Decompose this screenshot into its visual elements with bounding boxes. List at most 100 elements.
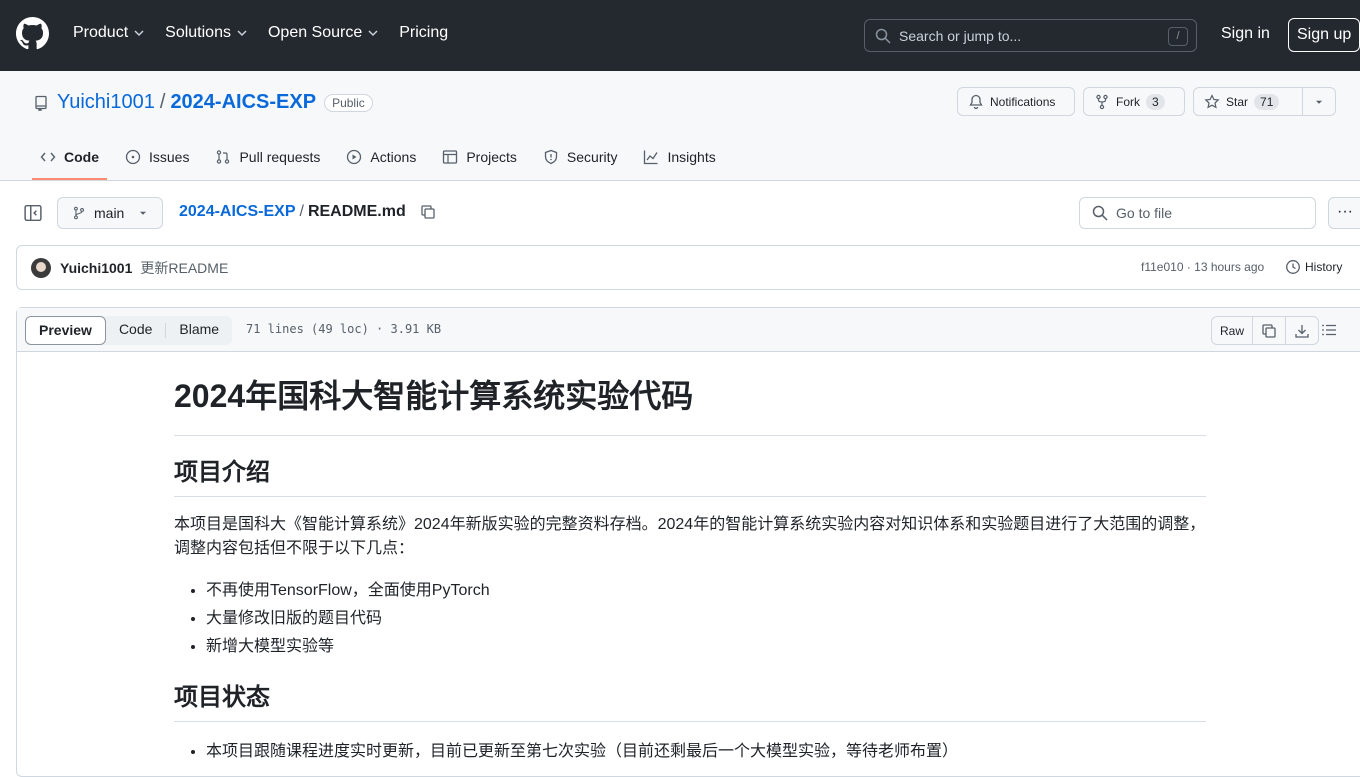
nav-solutions-label: Solutions [165, 24, 231, 41]
commit-meta[interactable]: f11e010 · 13 hours ago [1141, 260, 1264, 274]
sign-in-link[interactable]: Sign in [1221, 25, 1270, 43]
copy-icon [1262, 323, 1276, 338]
code-icon [40, 152, 56, 162]
copy-raw-button[interactable] [1253, 317, 1287, 344]
raw-button[interactable]: Raw [1212, 317, 1254, 344]
section-heading-intro: 项目介绍 [174, 458, 1206, 497]
nav-product-label: Product [73, 24, 129, 41]
chevron-down-icon [134, 30, 144, 37]
file-viewer: Preview Code Blame 71 lines (49 loc) · 3… [16, 307, 1360, 777]
sign-up-button[interactable]: Sign up [1288, 18, 1360, 52]
git-branch-icon [74, 206, 84, 220]
intro-paragraph: 本项目是国科大《智能计算系统》2024年新版实验的完整资料存档。2024年的智能… [174, 516, 1206, 557]
repo-tabs: Code Issues Pull requests Actions Projec… [32, 145, 734, 180]
star-icon [1204, 93, 1220, 108]
sidebar-toggle-icon[interactable] [24, 204, 42, 222]
star-label: Star [1226, 94, 1249, 109]
copy-icon[interactable] [420, 204, 436, 220]
tab-projects-label: Projects [466, 149, 517, 165]
global-search-input[interactable]: Search or jump to... / [864, 19, 1197, 52]
latest-commit-bar: Yuichi1001 更新README f11e010 · 13 hours a… [16, 245, 1360, 290]
tab-projects[interactable]: Projects [434, 145, 525, 177]
tab-code[interactable]: Code [32, 145, 107, 180]
nav-open-source[interactable]: Open Source [268, 24, 379, 42]
tab-security-label: Security [566, 149, 618, 165]
download-button[interactable] [1286, 317, 1318, 344]
primary-nav: Product Solutions Open Source Pricing [73, 24, 468, 42]
graph-icon [644, 150, 659, 165]
star-count: 71 [1254, 93, 1280, 110]
readme-content: 2024年国科大智能计算系统实验代码 项目介绍 本项目是国科大《智能计算系统》2… [174, 368, 1206, 766]
bell-icon [969, 94, 983, 109]
tab-issues[interactable]: Issues [117, 145, 197, 177]
repo-title: Yuichi1001 / 2024-AICS-EXP Public [33, 91, 373, 114]
code-mode-button[interactable]: Code [106, 316, 165, 345]
play-icon [347, 149, 362, 165]
history-button[interactable]: History [1285, 259, 1342, 275]
triangle-down-icon [1315, 100, 1323, 104]
list-item: 本项目跟随课程进度实时更新，目前已更新至第七次实验（目前还剩最后一个大模型实验，… [206, 738, 1206, 766]
list-item: 新增大模型实验等 [206, 633, 1206, 661]
nav-solutions[interactable]: Solutions [165, 24, 248, 42]
tab-insights-label: Insights [667, 149, 716, 165]
tab-pull-requests-label: Pull requests [239, 149, 321, 165]
chevron-down-icon [368, 30, 378, 37]
nav-pricing[interactable]: Pricing [399, 24, 448, 42]
notifications-button[interactable]: Notifications [957, 87, 1075, 116]
issue-icon [125, 149, 141, 165]
fork-button[interactable]: Fork 3 [1083, 87, 1185, 116]
commit-message-link[interactable]: 更新README [140, 258, 228, 278]
tab-actions-label: Actions [370, 149, 417, 165]
section-heading-status: 项目状态 [174, 683, 1206, 722]
changes-list: 不再使用TensorFlow，全面使用PyTorch 大量修改旧版的题目代码 新… [174, 577, 1206, 661]
triangle-down-icon [140, 211, 147, 215]
search-icon [1092, 205, 1108, 221]
go-to-file-input[interactable]: Go to file [1079, 197, 1316, 229]
chevron-down-icon [237, 30, 247, 37]
tab-actions[interactable]: Actions [338, 145, 424, 177]
pull-request-icon [217, 150, 230, 164]
repo-name-link[interactable]: 2024-AICS-EXP [170, 91, 316, 114]
tab-code-label: Code [64, 149, 99, 165]
github-logo-icon[interactable] [16, 17, 49, 50]
more-options-button[interactable]: ··· [1328, 197, 1360, 229]
history-label: History [1305, 260, 1343, 274]
breadcrumb-repo-link[interactable]: 2024-AICS-EXP [179, 203, 296, 221]
tab-pull-requests[interactable]: Pull requests [207, 145, 328, 177]
file-size-meta: 71 lines (49 loc) · 3.91 KB [246, 322, 442, 336]
tab-security[interactable]: Security [535, 145, 626, 177]
star-button[interactable]: Star 71 [1193, 87, 1303, 116]
avatar[interactable] [31, 257, 51, 278]
branch-name: main [94, 205, 125, 221]
search-shortcut-key: / [1168, 27, 1188, 46]
repo-separator: / [159, 91, 166, 113]
repo-owner-link[interactable]: Yuichi1001 [57, 91, 155, 114]
blame-mode-button[interactable]: Blame [166, 316, 232, 345]
go-to-file-placeholder: Go to file [1116, 205, 1173, 221]
search-placeholder: Search or jump to... [899, 27, 1022, 44]
file-viewer-header: Preview Code Blame 71 lines (49 loc) · 3… [17, 308, 1360, 352]
download-icon [1295, 324, 1309, 338]
tab-insights[interactable]: Insights [635, 145, 723, 177]
nav-open-source-label: Open Source [267, 24, 363, 41]
tab-issues-label: Issues [149, 149, 190, 165]
list-item: 不再使用TensorFlow，全面使用PyTorch [206, 577, 1206, 605]
global-header: Product Solutions Open Source Pricing Se… [0, 0, 1360, 71]
readme-title: 2024年国科大智能计算系统实验代码 [174, 368, 1206, 436]
shield-icon [544, 149, 558, 165]
fork-icon [1096, 94, 1108, 109]
search-icon [875, 28, 891, 44]
commit-author-link[interactable]: Yuichi1001 [60, 260, 132, 276]
nav-product[interactable]: Product [73, 24, 145, 42]
breadcrumb-separator: / [299, 203, 304, 220]
view-mode-switcher: Preview Code Blame [25, 316, 233, 345]
file-actions: Raw [1211, 316, 1320, 345]
breadcrumb-file-name: README.md [307, 203, 406, 220]
outline-list-icon[interactable] [1321, 322, 1337, 338]
repo-icon [35, 95, 47, 111]
star-list-dropdown[interactable] [1302, 87, 1336, 116]
notifications-label: Notifications [990, 94, 1056, 109]
branch-selector[interactable]: main [57, 197, 163, 229]
breadcrumb: 2024-AICS-EXP / README.md [179, 203, 436, 221]
preview-mode-button[interactable]: Preview [25, 316, 106, 345]
